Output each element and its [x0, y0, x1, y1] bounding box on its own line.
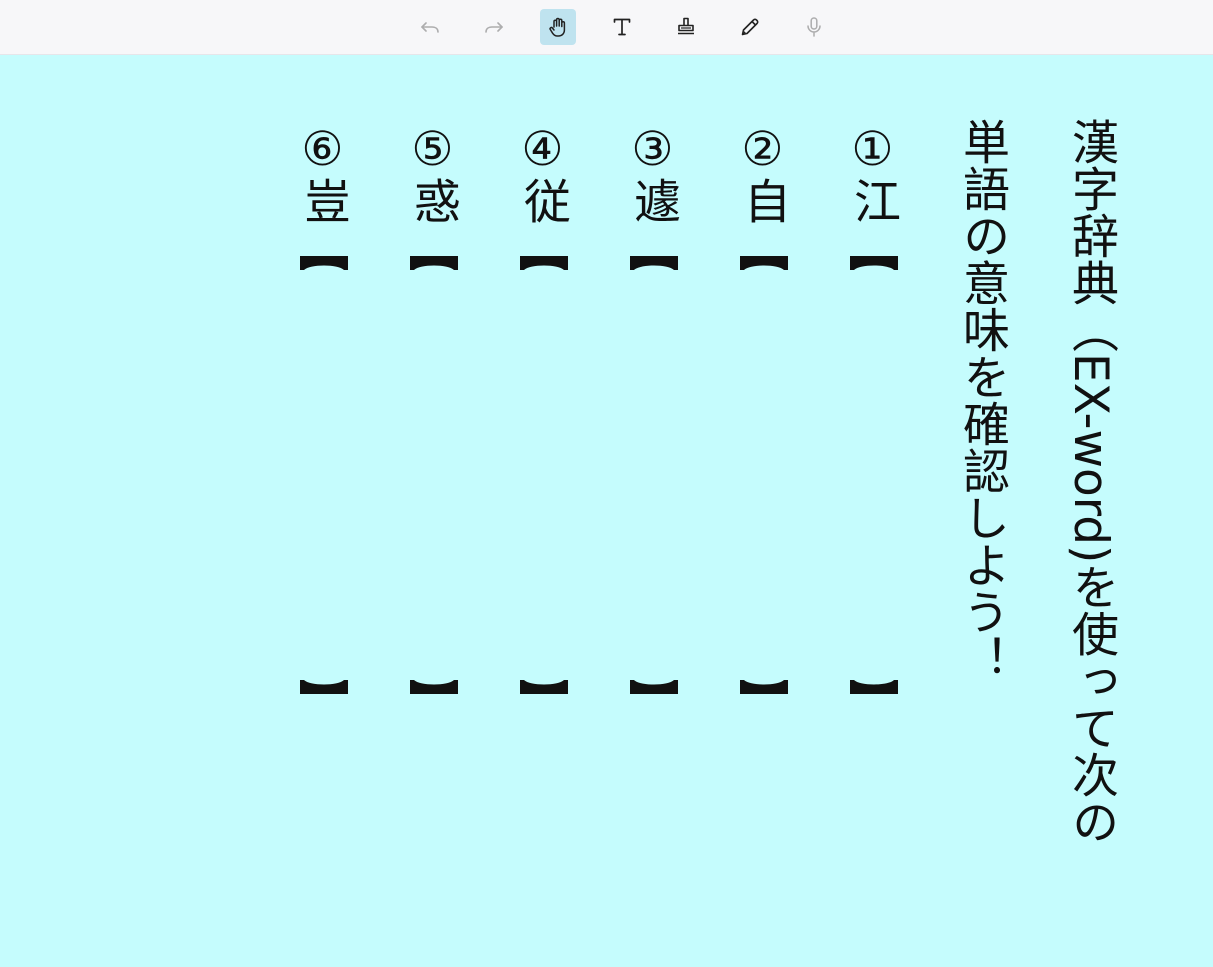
- item-word: 遽: [625, 177, 680, 224]
- item-label-1: ①江: [845, 122, 900, 224]
- item-word: 従: [515, 177, 570, 224]
- answer-bracket-close: [850, 680, 898, 694]
- answer-bracket-open: [740, 256, 788, 270]
- item-label-6: ⑥豈: [295, 122, 350, 224]
- hand-tool-button[interactable]: [540, 9, 576, 45]
- item-word: 豈: [295, 177, 350, 224]
- redo-icon: [485, 22, 503, 33]
- item-label-5: ⑤惑: [405, 122, 460, 224]
- answer-bracket-open: [410, 256, 458, 270]
- undo-icon: [421, 22, 439, 33]
- item-number: ②: [735, 122, 790, 177]
- answer-bracket-close: [630, 680, 678, 694]
- item-word: 江: [845, 177, 900, 224]
- pen-tool-button[interactable]: [732, 9, 768, 45]
- toolbar: [0, 0, 1213, 55]
- hand-icon: [549, 17, 566, 37]
- answer-bracket-open: [300, 256, 348, 270]
- item-word: 惑: [405, 177, 460, 224]
- item-label-3: ③遽: [625, 122, 680, 224]
- answer-bracket-close: [300, 680, 348, 694]
- undo-button[interactable]: [412, 9, 448, 45]
- item-number: ⑤: [405, 122, 460, 177]
- item-number: ⑥: [295, 122, 350, 177]
- answer-bracket-close: [740, 680, 788, 694]
- instruction-line-2: 単語の意味を確認しよう！: [954, 118, 1009, 682]
- item-number: ①: [845, 122, 900, 177]
- answer-bracket-close: [520, 680, 568, 694]
- instruction-line-1: 漢字辞典（EX-word)を使って次の: [1063, 118, 1118, 846]
- item-label-4: ④従: [515, 122, 570, 224]
- item-label-2: ②自: [735, 122, 790, 224]
- worksheet-canvas[interactable]: [0, 55, 1213, 966]
- stamp-tool-button[interactable]: [668, 9, 704, 45]
- text-tool-button[interactable]: [604, 9, 640, 45]
- item-number: ③: [625, 122, 680, 177]
- answer-bracket-open: [850, 256, 898, 270]
- pencil-icon: [741, 18, 759, 36]
- microphone-icon: [807, 17, 821, 37]
- redo-button[interactable]: [476, 9, 512, 45]
- item-number: ④: [515, 122, 570, 177]
- answer-bracket-open: [630, 256, 678, 270]
- text-icon: [613, 18, 631, 36]
- answer-bracket-open: [520, 256, 568, 270]
- microphone-button[interactable]: [796, 9, 832, 45]
- stamp-icon: [678, 17, 694, 35]
- item-word: 自: [735, 177, 790, 224]
- answer-bracket-close: [410, 680, 458, 694]
